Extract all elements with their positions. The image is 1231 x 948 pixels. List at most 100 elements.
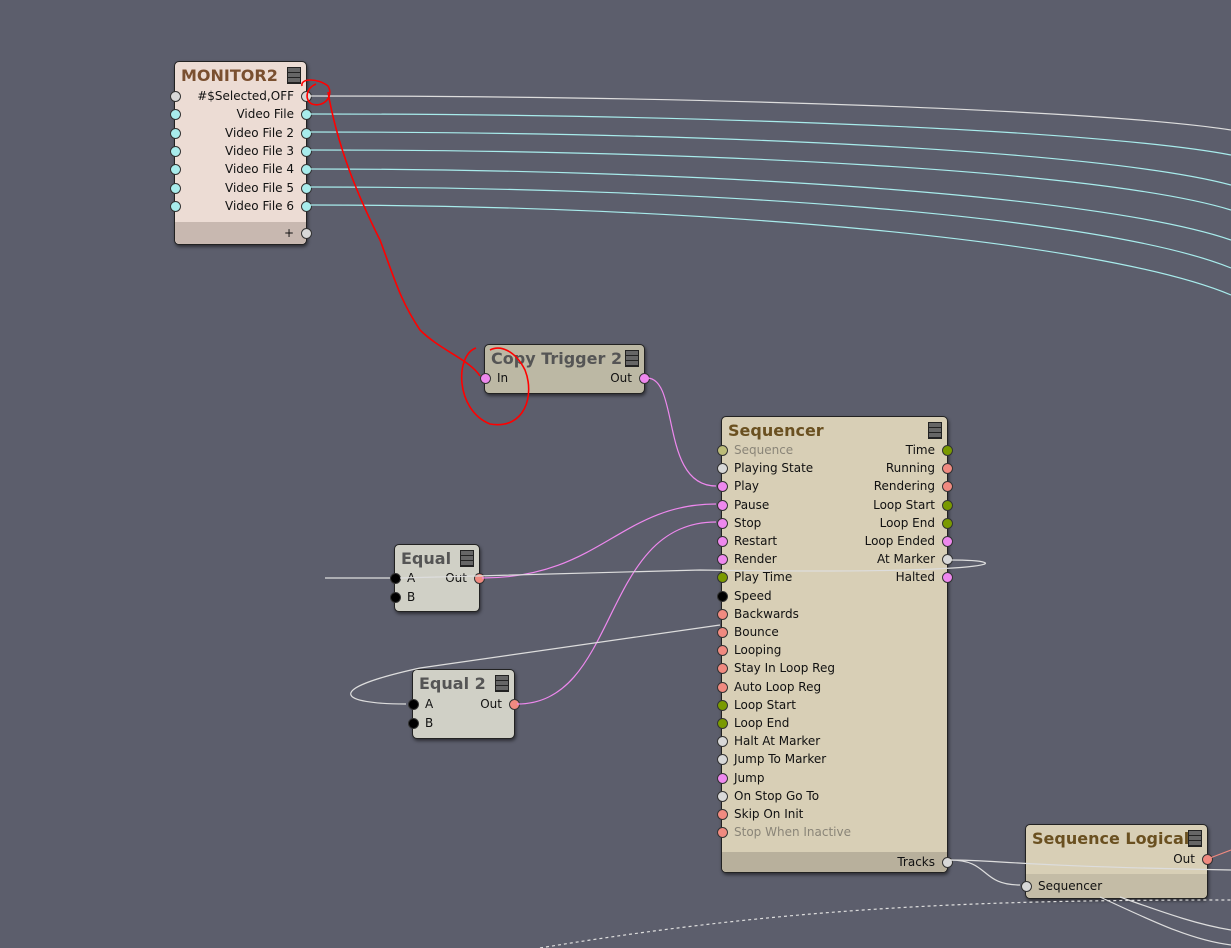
output-label: Video File 3 <box>225 143 294 158</box>
input-port[interactable] <box>170 91 181 102</box>
input-label: Play Time <box>734 570 793 585</box>
input-port[interactable] <box>717 499 728 511</box>
output-port[interactable] <box>942 463 953 475</box>
node-menu-icon[interactable] <box>928 422 942 439</box>
input-port[interactable] <box>717 663 728 675</box>
output-label: Video File 4 <box>225 162 294 177</box>
node-title[interactable]: MONITOR2 <box>181 66 278 85</box>
output-port[interactable] <box>301 164 312 176</box>
input-port[interactable] <box>390 573 401 584</box>
input-port[interactable] <box>717 827 728 839</box>
node-title[interactable]: Equal 2 <box>419 674 486 693</box>
input-port[interactable] <box>717 554 728 566</box>
wire-video-file-5 <box>309 186 1231 269</box>
output-port[interactable] <box>301 182 312 194</box>
input-port[interactable] <box>170 200 181 212</box>
wire-video-file-4 <box>309 168 1231 241</box>
output-port[interactable] <box>639 373 650 384</box>
input-port[interactable] <box>170 145 181 157</box>
output-port[interactable] <box>1202 854 1213 865</box>
input-port[interactable] <box>717 608 728 620</box>
node-menu-icon[interactable] <box>1188 830 1202 847</box>
input-label: A <box>407 571 416 585</box>
node-menu-icon[interactable] <box>625 350 639 367</box>
node-equal-2[interactable]: Equal 2 A B Out <box>408 669 520 739</box>
output-port[interactable] <box>301 91 312 102</box>
node-menu-icon[interactable] <box>495 675 509 692</box>
output-port[interactable] <box>301 145 312 157</box>
node-menu-icon[interactable] <box>460 550 474 567</box>
node-title[interactable]: Copy Trigger 2 <box>491 349 622 368</box>
node-title[interactable]: Sequencer <box>728 421 824 440</box>
input-port[interactable] <box>170 182 181 194</box>
output-port[interactable] <box>942 536 953 547</box>
output-port[interactable] <box>942 445 953 456</box>
input-port[interactable] <box>717 590 728 602</box>
input-label: Stop <box>734 515 762 530</box>
input-port[interactable] <box>717 645 728 657</box>
input-port[interactable] <box>717 536 728 547</box>
node-title[interactable]: Equal <box>401 549 451 568</box>
input-port[interactable] <box>480 373 491 384</box>
output-label: Time <box>905 443 935 457</box>
input-port[interactable] <box>717 772 728 784</box>
input-label: Render <box>734 552 777 567</box>
input-port[interactable] <box>717 809 728 820</box>
input-port[interactable] <box>717 736 728 748</box>
output-label: #$Selected,OFF <box>197 89 294 103</box>
output-label: At Marker <box>877 552 935 567</box>
output-port[interactable] <box>942 499 953 511</box>
input-port[interactable] <box>717 463 728 475</box>
output-port[interactable] <box>942 857 953 868</box>
output-port[interactable] <box>509 699 520 710</box>
input-port[interactable] <box>717 572 728 584</box>
input-port[interactable] <box>408 718 419 729</box>
output-port[interactable] <box>301 127 312 139</box>
output-port[interactable] <box>942 572 953 584</box>
input-port[interactable] <box>1021 881 1032 892</box>
output-label: Halted <box>895 570 935 585</box>
footer-output-label: Tracks <box>897 855 935 869</box>
input-port[interactable] <box>170 127 181 139</box>
output-port[interactable] <box>942 517 953 529</box>
input-port[interactable] <box>717 481 728 493</box>
input-port[interactable] <box>717 681 728 693</box>
wire-copy-to-play <box>646 377 717 487</box>
node-copy-trigger-2[interactable]: Copy Trigger 2 In Out <box>480 344 650 394</box>
output-label: Video File 2 <box>225 125 294 140</box>
input-port[interactable] <box>170 164 181 176</box>
node-monitor2[interactable]: MONITOR2 #$Selected,OFF Video File Video Fi… <box>170 61 312 245</box>
input-port[interactable] <box>717 445 728 456</box>
output-port[interactable] <box>301 200 312 212</box>
output-label: Out <box>1173 852 1195 866</box>
node-sequencer[interactable]: Sequencer Sequence Playing State Play Pause S… <box>717 416 953 873</box>
input-port[interactable] <box>390 592 401 603</box>
input-label: Pause <box>734 497 770 512</box>
input-port[interactable] <box>408 699 419 710</box>
input-label: B <box>425 716 434 730</box>
wire-logical-out <box>1209 849 1231 859</box>
input-label: Jump To Marker <box>734 752 827 767</box>
output-port[interactable] <box>942 554 953 566</box>
input-port[interactable] <box>717 699 728 711</box>
input-port[interactable] <box>717 754 728 766</box>
input-port[interactable] <box>717 790 728 802</box>
wire-video-file-3 <box>309 149 1231 211</box>
output-label: Rendering <box>873 479 935 494</box>
output-port[interactable] <box>474 573 485 584</box>
node-menu-icon[interactable] <box>287 67 301 84</box>
input-port[interactable] <box>717 627 728 638</box>
input-port[interactable] <box>170 109 181 121</box>
input-label: Stay In Loop Reg <box>734 661 835 676</box>
node-title[interactable]: Sequence Logical <box>1032 829 1189 848</box>
wire-dashed <box>539 899 1231 948</box>
output-port[interactable] <box>301 228 312 239</box>
output-port[interactable] <box>942 481 953 493</box>
wire-bounce-loop <box>350 624 721 705</box>
input-label: Loop Start <box>734 697 796 712</box>
input-port[interactable] <box>717 517 728 529</box>
output-port[interactable] <box>301 109 312 121</box>
node-sequence-logical[interactable]: Sequence Logical Out Sequencer <box>1021 824 1213 899</box>
node-equal[interactable]: Equal A B Out <box>390 544 485 612</box>
input-port[interactable] <box>717 718 728 729</box>
